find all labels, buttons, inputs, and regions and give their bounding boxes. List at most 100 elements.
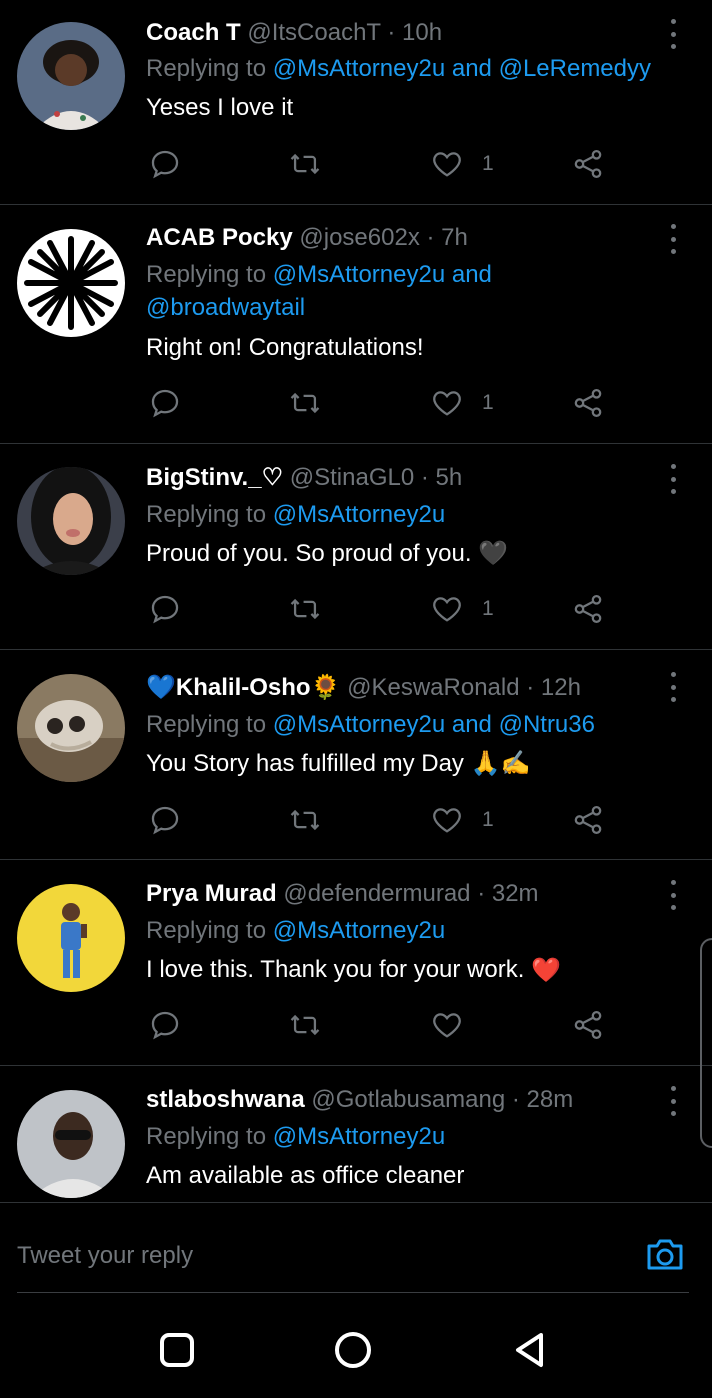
reply-composer[interactable]: Tweet your reply — [17, 1232, 689, 1293]
reply-tweet[interactable]: ACAB Pocky @jose602x · 7h Replying to @M… — [0, 205, 712, 444]
reply-button[interactable] — [148, 385, 182, 421]
camera-icon[interactable] — [643, 1232, 687, 1276]
separator: · — [505, 1086, 527, 1113]
tweet-text: You Story has fulfilled my Day 🙏✍ — [146, 750, 531, 777]
tweet-header: BigStinv._♡ @StinaGL0 · 5h — [146, 462, 462, 494]
avatar[interactable] — [17, 22, 125, 130]
reply-tweet[interactable]: Coach T @ItsCoachT · 10h Replying to @Ms… — [0, 0, 712, 205]
user-handle[interactable]: @Gotlabusamang — [311, 1086, 505, 1113]
share-button[interactable] — [571, 146, 605, 182]
reply-tweet[interactable]: BigStinv._♡ @StinaGL0 · 5h Replying to @… — [0, 444, 712, 650]
more-options-icon[interactable] — [660, 464, 686, 494]
more-options-icon[interactable] — [660, 19, 686, 49]
display-name[interactable]: ACAB Pocky — [146, 224, 293, 251]
user-handle[interactable]: @ItsCoachT — [247, 19, 380, 46]
more-options-icon[interactable] — [660, 224, 686, 254]
mention-link[interactable]: @MsAttorney2u — [273, 261, 445, 288]
display-name[interactable]: stlaboshwana — [146, 1086, 305, 1113]
reply-feed[interactable]: Coach T @ItsCoachT · 10h Replying to @Ms… — [0, 0, 712, 1202]
separator: · — [419, 224, 442, 251]
mention-link[interactable]: @MsAttorney2u — [273, 711, 445, 738]
like-button[interactable] — [430, 1007, 482, 1043]
divider — [0, 1202, 712, 1203]
avatar[interactable] — [17, 1090, 125, 1198]
user-handle[interactable]: @KeswaRonald — [347, 674, 519, 701]
tweet-header: stlaboshwana @Gotlabusamang · 28m — [146, 1084, 573, 1116]
mention-link[interactable]: @MsAttorney2u — [273, 1123, 445, 1150]
replying-to: Replying to @MsAttorney2u and @broadwayt… — [146, 258, 686, 324]
tweet-header: Prya Murad @defendermurad · 32m — [146, 878, 539, 910]
sunflower-emoji: 🌻 — [310, 674, 341, 701]
share-icon — [574, 388, 602, 418]
retweet-button[interactable] — [288, 802, 322, 838]
heart-icon — [433, 597, 461, 622]
share-button[interactable] — [571, 802, 605, 838]
retweet-button[interactable] — [288, 385, 322, 421]
reply-button[interactable] — [148, 802, 182, 838]
back-icon[interactable] — [509, 1330, 549, 1370]
display-name[interactable]: 💙Khalil-Osho🌻 — [146, 674, 340, 701]
user-handle[interactable]: @StinaGL0 — [290, 464, 414, 491]
mention-link[interactable]: @Ntru36 — [499, 711, 595, 738]
reply-tweet[interactable]: stlaboshwana @Gotlabusamang · 28m Replyi… — [0, 1066, 712, 1202]
mention-join: and — [445, 711, 499, 738]
user-handle[interactable]: @jose602x — [299, 224, 419, 251]
share-button[interactable] — [571, 591, 605, 627]
reply-input[interactable]: Tweet your reply — [17, 1242, 193, 1270]
replying-to-label: Replying to — [146, 55, 273, 82]
display-name[interactable]: Prya Murad — [146, 880, 277, 907]
reply-icon — [151, 806, 179, 835]
like-button[interactable]: 1 — [430, 385, 494, 421]
like-button[interactable]: 1 — [430, 802, 494, 838]
replying-to-label: Replying to — [146, 1123, 273, 1150]
recent-apps-icon[interactable] — [157, 1330, 197, 1370]
avatar[interactable] — [17, 229, 125, 337]
mention-link[interactable]: @LeRemedyy — [499, 55, 651, 82]
action-bar — [146, 1007, 616, 1043]
like-button[interactable]: 1 — [430, 591, 494, 627]
display-name[interactable]: Coach T — [146, 19, 241, 46]
mention-link[interactable]: @MsAttorney2u — [273, 55, 445, 82]
avatar[interactable] — [17, 674, 125, 782]
more-options-icon[interactable] — [660, 1086, 686, 1116]
user-handle[interactable]: @defendermurad — [283, 880, 470, 907]
avatar[interactable] — [17, 467, 125, 575]
reply-button[interactable] — [148, 1007, 182, 1043]
mention-link[interactable]: @MsAttorney2u — [273, 917, 445, 944]
retweet-button[interactable] — [288, 591, 322, 627]
edge-panel-handle[interactable] — [700, 938, 712, 1148]
separator: · — [414, 464, 436, 491]
retweet-button[interactable] — [288, 146, 322, 182]
more-options-icon[interactable] — [660, 880, 686, 910]
replying-to: Replying to @MsAttorney2u — [146, 498, 686, 531]
reply-button[interactable] — [148, 591, 182, 627]
avatar[interactable] — [17, 884, 125, 992]
tweet-text: Proud of you. So proud of you. 🖤 — [146, 540, 509, 567]
action-bar: 1 — [146, 385, 616, 421]
replying-to-label: Replying to — [146, 501, 273, 528]
reply-icon — [151, 150, 179, 179]
timestamp: 28m — [526, 1086, 574, 1113]
heart-icon — [433, 391, 461, 416]
timestamp: 7h — [441, 224, 468, 251]
reply-button[interactable] — [148, 146, 182, 182]
home-icon[interactable] — [333, 1330, 373, 1370]
reply-tweet[interactable]: 💙Khalil-Osho🌻 @KeswaRonald · 12h Replyin… — [0, 650, 712, 860]
mention-link[interactable]: @broadwaytail — [146, 294, 305, 321]
more-options-icon[interactable] — [660, 672, 686, 702]
tweet-text-body: I love this. Thank you for your work. — [146, 956, 525, 983]
separator: · — [380, 19, 402, 46]
share-button[interactable] — [571, 385, 605, 421]
retweet-icon — [290, 809, 320, 831]
mention-link[interactable]: @MsAttorney2u — [273, 501, 445, 528]
reply-tweet[interactable]: Prya Murad @defendermurad · 32m Replying… — [0, 860, 712, 1066]
timestamp: 5h — [435, 464, 463, 491]
share-button[interactable] — [571, 1007, 605, 1043]
red-heart-emoji: ❤️ — [531, 956, 561, 984]
retweet-icon — [290, 392, 320, 414]
display-name[interactable]: BigStinv._♡ — [146, 464, 283, 491]
reply-icon — [151, 595, 179, 624]
like-button[interactable]: 1 — [430, 146, 494, 182]
replying-to-label: Replying to — [146, 261, 273, 288]
retweet-button[interactable] — [288, 1007, 322, 1043]
